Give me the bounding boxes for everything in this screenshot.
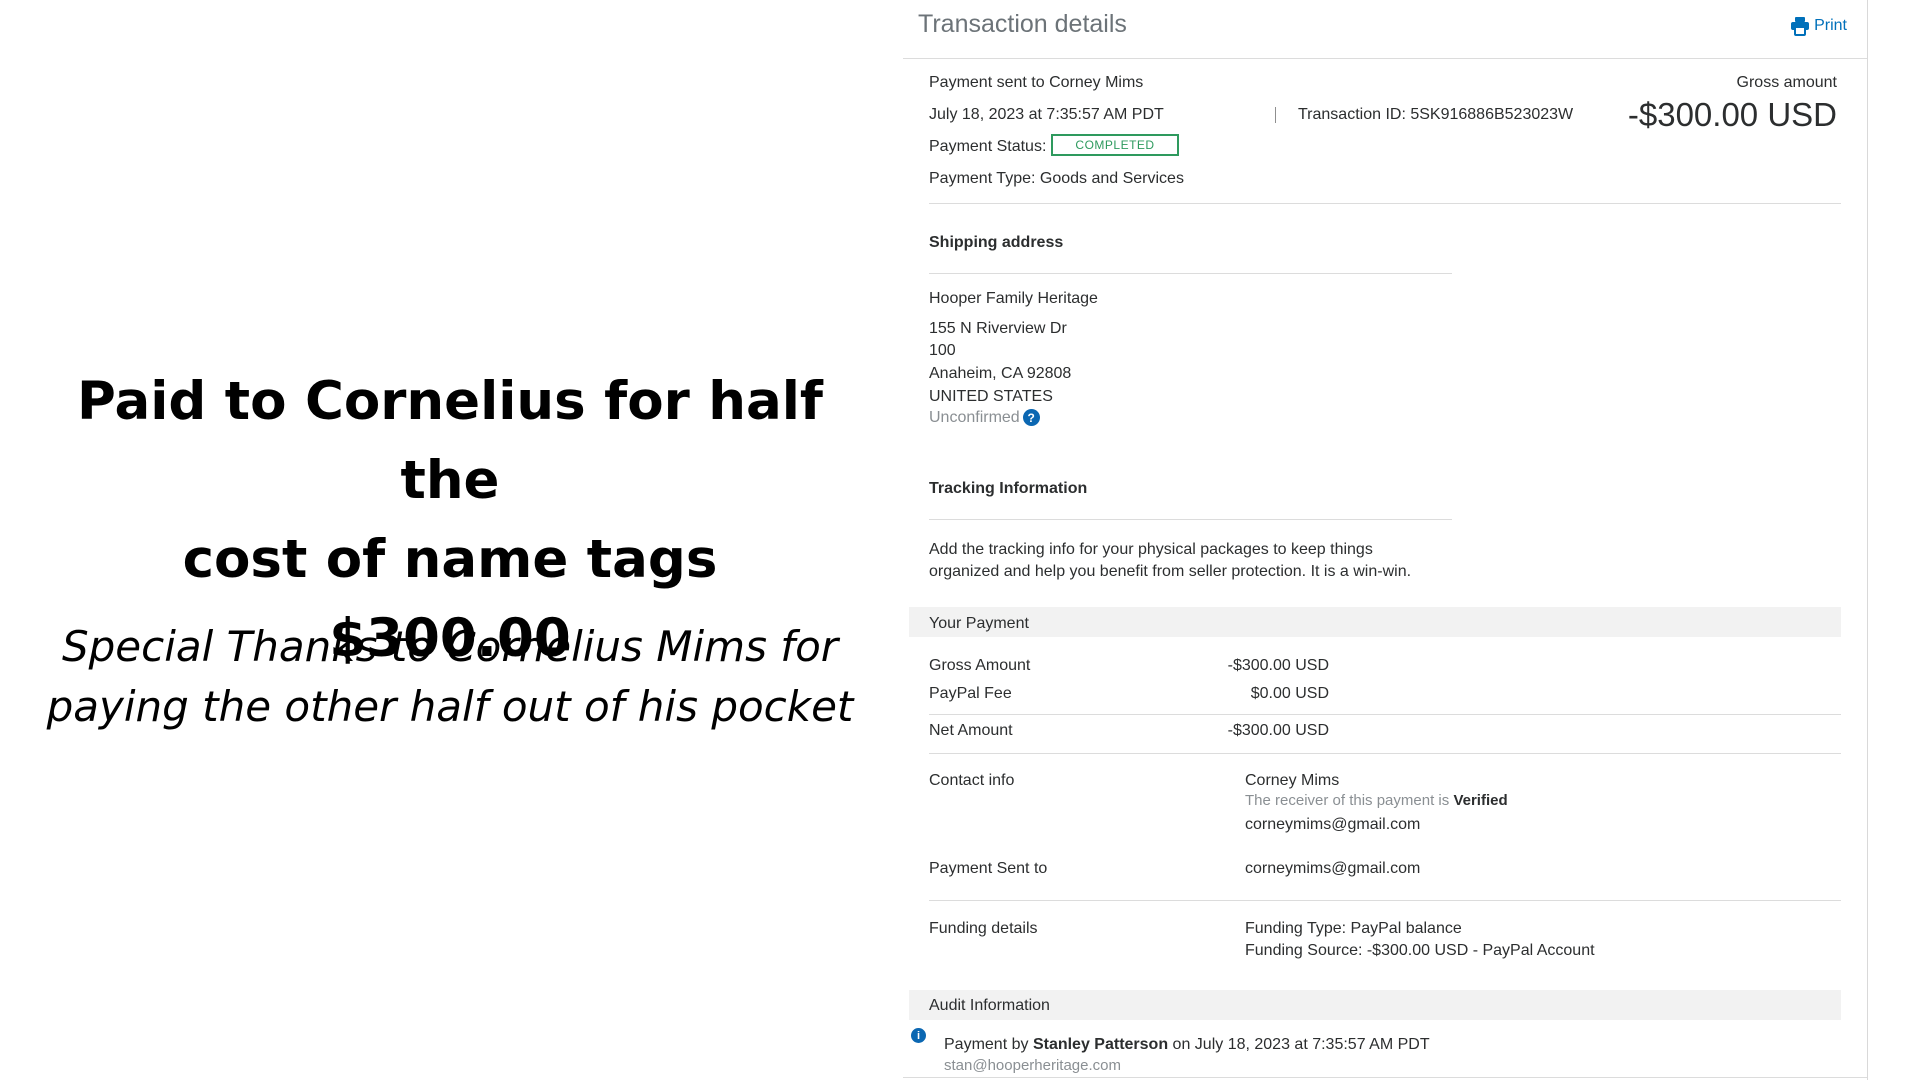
gross-amount-value: -$300.00 USD [1627, 96, 1837, 133]
divider [903, 1077, 1867, 1078]
shipping-status-label: Unconfirmed [929, 409, 1020, 426]
divider [929, 203, 1841, 204]
divider [903, 58, 1867, 59]
funding-source: Funding Source: -$300.00 USD - PayPal Ac… [1245, 942, 1595, 959]
gross-amount-row-value: -$300.00 USD [1227, 657, 1329, 674]
payment-sent-to-email[interactable]: corneymims@gmail.com [1245, 860, 1420, 878]
audit-heading: Audit Information [929, 997, 1050, 1014]
paypal-fee-value: $0.00 USD [1250, 685, 1329, 702]
your-payment-band [909, 607, 1841, 637]
payment-sent-to: Payment sent to Corney Mims [929, 74, 1144, 91]
audit-prefix: Payment by [944, 1036, 1029, 1053]
gross-amount-row-label: Gross Amount [929, 657, 1031, 674]
divider [929, 519, 1452, 520]
caption-title-line-2: cost of name tags [182, 529, 718, 590]
audit-email: stan@hooperheritage.com [944, 1057, 1121, 1074]
shipping-name: Hooper Family Heritage [929, 290, 1098, 307]
help-icon[interactable]: ? [1022, 409, 1040, 427]
payment-type: Payment Type: Goods and Services [929, 170, 1184, 187]
shipping-city: Anaheim, CA 92808 [929, 365, 1072, 382]
audit-suffix: on July 18, 2023 at 7:35:57 AM PDT [1172, 1036, 1430, 1053]
funding-details-label: Funding details [929, 920, 1038, 937]
shipping-unit: 100 [929, 342, 956, 359]
transaction-id: Transaction ID: 5SK916886B523023W [1298, 106, 1574, 123]
net-amount-value: -$300.00 USD [1227, 722, 1329, 739]
tracking-heading: Tracking Information [929, 480, 1088, 497]
tracking-text-line-2: organized and help you benefit from sell… [929, 563, 1412, 580]
caption-subtitle-line-1: Special Thanks to Cornelius Mims for [61, 622, 839, 671]
print-label: Print [1814, 17, 1847, 34]
status-badge: COMPLETED [1051, 134, 1179, 156]
paypal-fee-label: PayPal Fee [929, 685, 1012, 702]
your-payment-heading: Your Payment [929, 615, 1029, 632]
caption-title-line-1: Paid to Cornelius for half the [77, 371, 823, 511]
tracking-text-line-1: Add the tracking info for your physical … [929, 541, 1373, 558]
caption-area: Paid to Cornelius for half the cost of n… [30, 0, 870, 1080]
info-icon: i [911, 1028, 926, 1043]
shipping-street: 155 N Riverview Dr [929, 320, 1067, 337]
transaction-datetime: July 18, 2023 at 7:35:57 AM PDT [929, 106, 1164, 123]
audit-entry: Payment by Stanley Patterson on July 18,… [944, 1036, 1430, 1054]
separator [1275, 107, 1276, 123]
contact-name: Corney Mims [1245, 772, 1340, 789]
transaction-details-panel: Transaction details Print Payment sent t… [903, 0, 1868, 1080]
net-amount-label: Net Amount [929, 722, 1013, 739]
panel-title: Transaction details [918, 10, 1127, 38]
shipping-country: UNITED STATES [929, 388, 1053, 405]
printer-icon [1791, 17, 1810, 36]
contact-email[interactable]: corneymims@gmail.com [1245, 816, 1420, 834]
gross-amount-label: Gross amount [1736, 74, 1837, 91]
contact-info-label: Contact info [929, 772, 1015, 789]
audit-payer-name: Stanley Patterson [1032, 1036, 1169, 1053]
caption-subtitle: Special Thanks to Cornelius Mims for pay… [30, 617, 870, 737]
shipping-status: Unconfirmed? [929, 409, 1040, 427]
divider [929, 753, 1841, 754]
verified-note: The receiver of this payment is Verified [1245, 792, 1508, 809]
divider [929, 273, 1452, 274]
shipping-heading: Shipping address [929, 234, 1064, 251]
payment-sent-to-label: Payment Sent to [929, 860, 1048, 877]
print-button[interactable]: Print [1790, 16, 1847, 36]
funding-type: Funding Type: PayPal balance [1245, 920, 1462, 937]
divider [929, 714, 1841, 715]
verified-word: Verified [1453, 792, 1508, 809]
payment-status-label: Payment Status: [929, 138, 1047, 155]
divider [929, 900, 1841, 901]
caption-subtitle-line-2: paying the other half out of his pocket [46, 682, 854, 731]
verified-prefix: The receiver of this payment is [1245, 792, 1450, 809]
